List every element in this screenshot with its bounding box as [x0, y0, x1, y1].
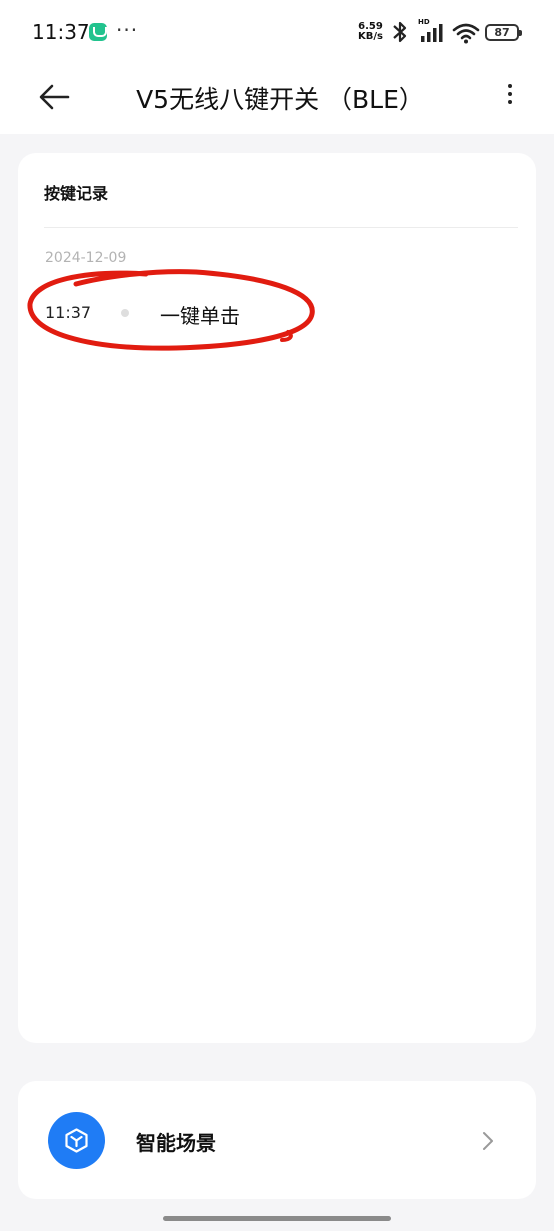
more-vertical-icon-dot [508, 92, 512, 96]
cellular-signal-icon [421, 24, 443, 42]
record-date: 2024-12-09 [45, 250, 127, 266]
status-bar: 11:37 ··· 6.59 KB/s HD 87 [0, 0, 554, 66]
app-notification-icon [89, 23, 107, 41]
page-title: V5无线八键开关 （BLE） [136, 85, 424, 114]
smart-scene-label: 智能场景 [136, 1131, 216, 1155]
battery-indicator: 87 [485, 24, 522, 41]
arrow-left-icon [39, 84, 70, 110]
back-button[interactable] [36, 80, 76, 114]
record-row: 11:37 一键单击 [45, 300, 445, 328]
scene-icon-badge [48, 1112, 105, 1169]
record-action: 一键单击 [160, 304, 240, 328]
status-time: 11:37 [32, 20, 90, 44]
more-notifications-icon: ··· [116, 18, 139, 42]
chevron-right-icon [483, 1132, 493, 1150]
network-speed-unit: KB/s [358, 31, 383, 42]
cube-icon [65, 1128, 88, 1153]
top-app-bar: V5无线八键开关 （BLE） [0, 66, 554, 134]
key-record-card: 按键记录 2024-12-09 11:37 一键单击 [18, 153, 536, 1043]
record-time: 11:37 [45, 303, 92, 322]
network-speed: 6.59 KB/s [358, 22, 383, 42]
timeline-dot [121, 309, 129, 317]
more-vertical-icon-dot [508, 100, 512, 104]
wifi-icon [452, 23, 480, 44]
divider [44, 227, 518, 228]
more-options-button[interactable] [498, 80, 522, 114]
key-record-title: 按键记录 [44, 184, 109, 203]
bluetooth-icon [393, 21, 407, 43]
smart-scene-card[interactable]: 智能场景 [18, 1081, 536, 1199]
home-indicator[interactable] [163, 1216, 391, 1221]
more-vertical-icon [508, 84, 512, 88]
